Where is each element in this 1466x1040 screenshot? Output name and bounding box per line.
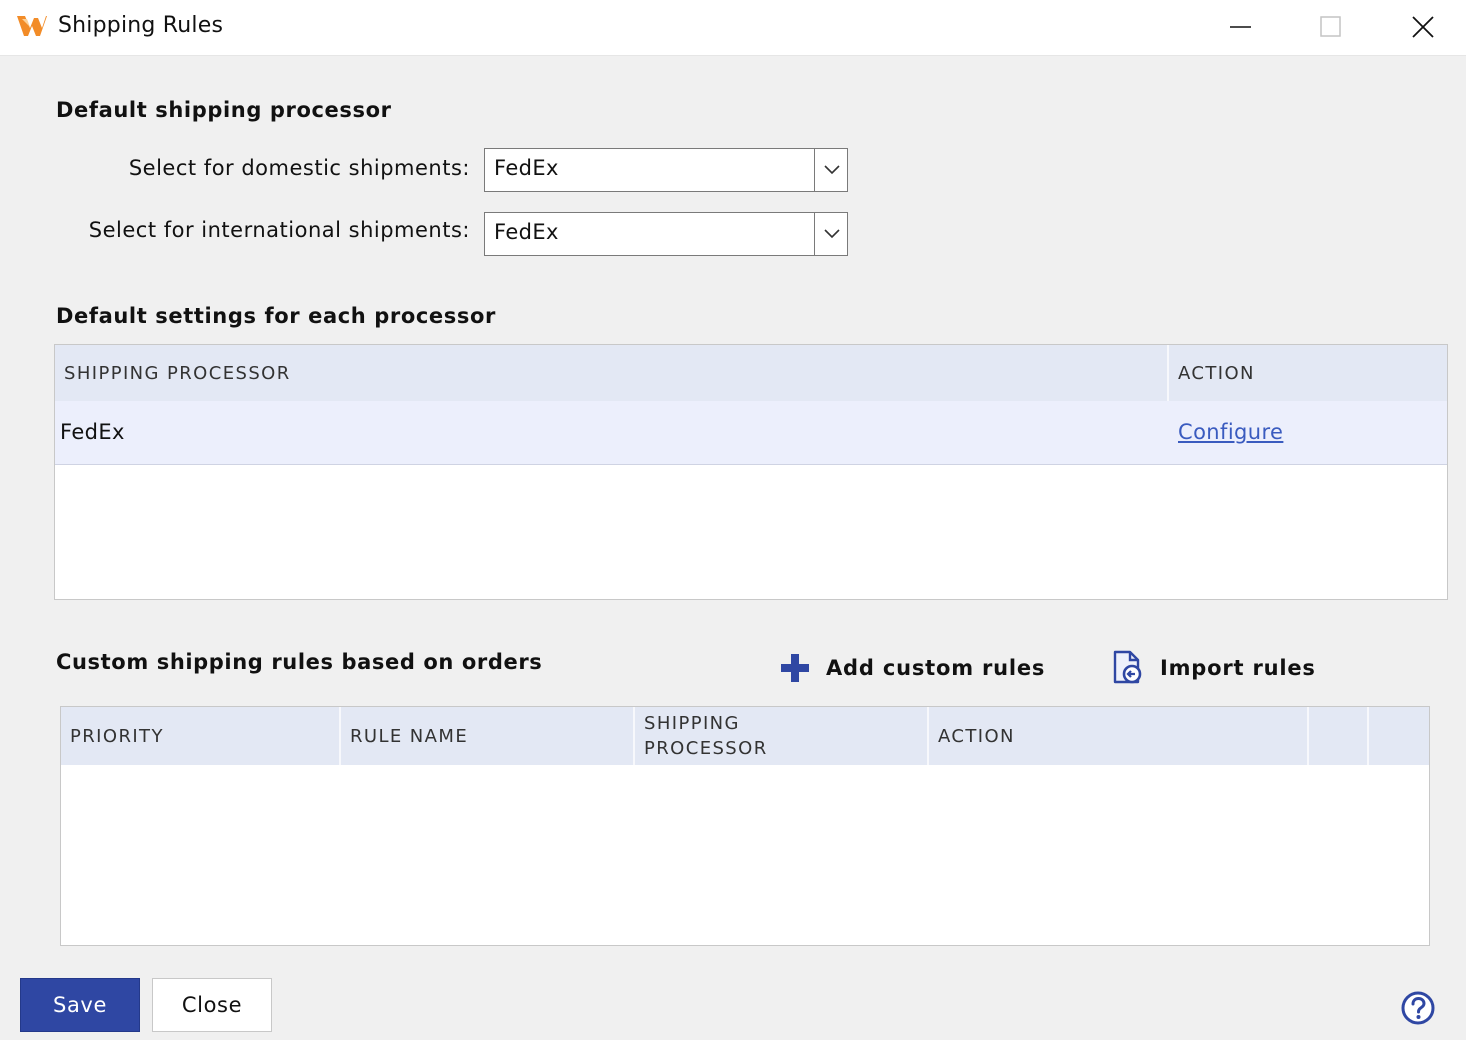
domestic-label: Select for domestic shipments:: [128, 156, 470, 180]
processor-settings-grid: SHIPPING PROCESSOR ACTION FedEx Configur…: [54, 344, 1448, 600]
chevron-down-icon: [824, 165, 840, 175]
window-title: Shipping Rules: [58, 13, 224, 38]
add-custom-rules-label: Add custom rules: [826, 656, 1046, 680]
minimize-icon: [1230, 26, 1251, 28]
column-header-shipping-processor-text: SHIPPING PROCESSOR: [644, 713, 768, 759]
title-bar: Shipping Rules: [0, 0, 1466, 56]
custom-rules-grid: PRIORITY RULE NAME SHIPPING PROCESSOR AC…: [60, 706, 1430, 946]
save-button[interactable]: Save: [20, 978, 140, 1032]
international-dropdown-button[interactable]: [814, 213, 847, 255]
column-header-action[interactable]: ACTION: [929, 707, 1309, 765]
close-button[interactable]: Close: [152, 978, 272, 1032]
column-header-action[interactable]: ACTION: [1169, 345, 1447, 401]
import-rules-label: Import rules: [1160, 656, 1316, 680]
international-processor-select[interactable]: FedEx: [484, 212, 848, 256]
processor-settings-heading: Default settings for each processor: [56, 304, 496, 328]
grid-header: SHIPPING PROCESSOR ACTION: [55, 345, 1447, 401]
maximize-icon: [1320, 16, 1341, 37]
domestic-processor-select[interactable]: FedEx: [484, 148, 848, 192]
column-header-extra-2: [1369, 707, 1429, 765]
chevron-down-icon: [824, 229, 840, 239]
table-row[interactable]: FedEx Configure: [55, 401, 1447, 465]
international-label: Select for international shipments:: [88, 218, 470, 242]
import-rules-button[interactable]: Import rules: [1112, 648, 1316, 688]
international-processor-value: FedEx: [494, 220, 559, 244]
add-custom-rules-button[interactable]: Add custom rules: [780, 648, 1045, 688]
domestic-dropdown-button[interactable]: [814, 149, 847, 191]
grid-header: PRIORITY RULE NAME SHIPPING PROCESSOR AC…: [61, 707, 1429, 765]
column-header-shipping-processor[interactable]: SHIPPING PROCESSOR: [55, 345, 1169, 401]
minimize-button[interactable]: [1210, 6, 1270, 48]
column-header-shipping-processor[interactable]: SHIPPING PROCESSOR: [635, 707, 929, 765]
maximize-button[interactable]: [1300, 6, 1360, 48]
configure-link[interactable]: Configure: [1178, 420, 1283, 444]
app-logo-icon: [17, 16, 47, 36]
close-icon: [1412, 16, 1434, 38]
custom-rules-heading: Custom shipping rules based on orders: [56, 650, 543, 674]
processor-name-cell: FedEx: [60, 420, 125, 444]
default-processor-heading: Default shipping processor: [56, 98, 392, 122]
column-header-priority[interactable]: PRIORITY: [61, 707, 341, 765]
import-file-icon: [1113, 650, 1142, 684]
close-window-button[interactable]: [1392, 6, 1452, 48]
help-icon[interactable]: [1400, 990, 1436, 1026]
plus-icon: [781, 654, 809, 682]
column-header-extra-1: [1309, 707, 1369, 765]
domestic-processor-value: FedEx: [494, 156, 559, 180]
column-header-rule-name[interactable]: RULE NAME: [341, 707, 635, 765]
